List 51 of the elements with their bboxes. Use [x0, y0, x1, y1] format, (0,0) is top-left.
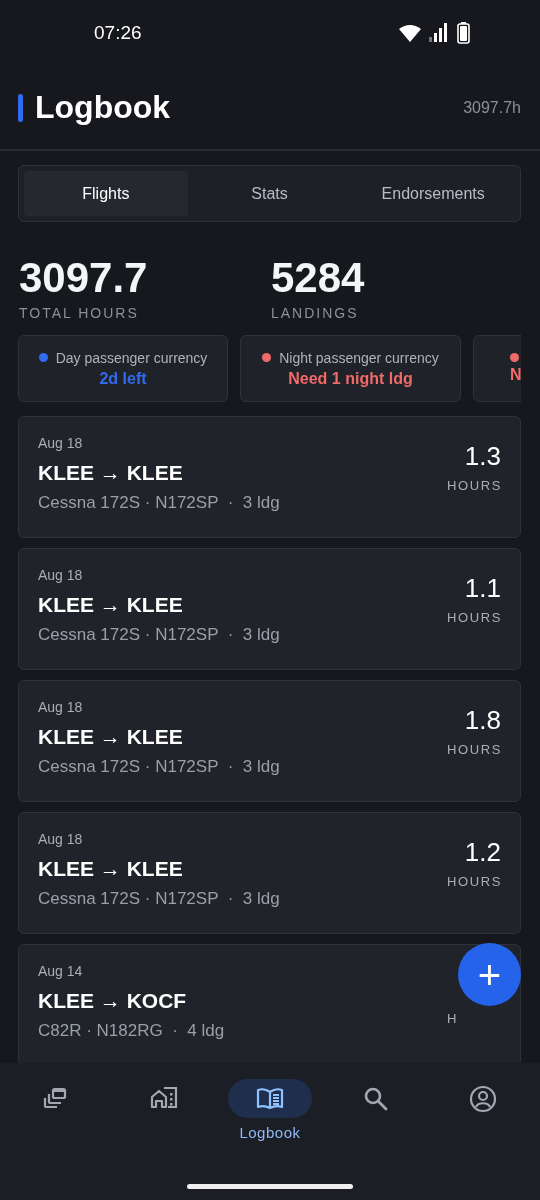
hours-label: HOURS	[447, 478, 502, 493]
tab[interactable]: Stats	[187, 171, 352, 216]
stat-value: 5284	[271, 256, 366, 300]
flight-card[interactable]: Aug 18 KLEE → KLEE Cessna 172S · N172SP · 3 ldg 1.3 HOURS	[18, 416, 521, 538]
hours-label: HOURS	[447, 874, 502, 889]
flight-details: Cessna 172S · N172SP · 3 ldg	[38, 625, 280, 645]
tab[interactable]: Endorsements	[351, 171, 515, 216]
stat-label: TOTAL HOURS	[19, 305, 140, 321]
hours-label: H	[447, 1011, 458, 1026]
flight-details: C82R · N182RG · 4 ldg	[38, 1021, 225, 1041]
currency-label: Day passenger currency	[55, 349, 208, 366]
flight-date: Aug 18	[38, 831, 84, 847]
flight-date: Aug 18	[38, 699, 84, 715]
flight-route: KLEE → KLEE	[38, 461, 184, 485]
accent-bar	[18, 93, 23, 122]
hours-label: HOURS	[447, 610, 502, 625]
flight-hours: 1.8	[464, 705, 501, 736]
signal-icon	[429, 23, 449, 43]
flight-hours: 1.1	[464, 573, 501, 604]
currency-status: 2d left	[99, 369, 147, 388]
currency-card[interactable]: Day passenger currency 2d left	[18, 335, 228, 402]
flight-route: KLEE → KLEE	[38, 593, 184, 617]
flight-date: Aug 18	[38, 435, 84, 451]
currency-card[interactable]: Night passenger currency Need 1 night ldg	[240, 335, 461, 402]
flight-details: Cessna 172S · N172SP · 3 ldg	[38, 757, 280, 777]
currency-status: N	[510, 366, 521, 384]
total-hours: 3097.7h	[463, 98, 521, 117]
flight-route: KLEE → KOCF	[38, 989, 188, 1013]
flight-card[interactable]: Aug 18 KLEE → KLEE Cessna 172S · N172SP · 3 ldg 1.8 HOURS	[18, 680, 521, 802]
flight-hours: 1.2	[464, 837, 501, 868]
flight-details: Cessna 172S · N172SP · 3 ldg	[38, 493, 280, 513]
flight-hours: 1.3	[464, 441, 501, 472]
flight-card[interactable]: Aug 18 KLEE → KLEE Cessna 172S · N172SP · 3 ldg 1.1 HOURS	[18, 548, 521, 670]
currency-status: Need 1 night ldg	[288, 369, 413, 388]
account-icon	[468, 1085, 497, 1113]
battery-icon	[457, 22, 470, 44]
tab[interactable]: Flights	[24, 171, 188, 216]
flight-route: KLEE → KLEE	[38, 725, 184, 749]
hours-label: HOURS	[447, 742, 502, 757]
status-time: 07:26	[94, 22, 142, 44]
flight-date: Aug 14	[38, 963, 84, 979]
flight-date: Aug 18	[38, 567, 84, 583]
flight-card[interactable]: Aug 18 KLEE → KLEE Cessna 172S · N172SP · 3 ldg 1.2 HOURS	[18, 812, 521, 934]
page-title: Logbook	[35, 89, 171, 126]
currency-card[interactable]: N	[473, 335, 521, 402]
wifi-icon	[399, 24, 421, 42]
stat-value: 3097.7	[19, 256, 149, 300]
currency-label: Night passenger currency	[279, 349, 439, 366]
flight-details: Cessna 172S · N172SP · 3 ldg	[38, 889, 280, 909]
stat-label: LANDINGS	[271, 305, 360, 321]
flight-route: KLEE → KLEE	[38, 857, 184, 881]
